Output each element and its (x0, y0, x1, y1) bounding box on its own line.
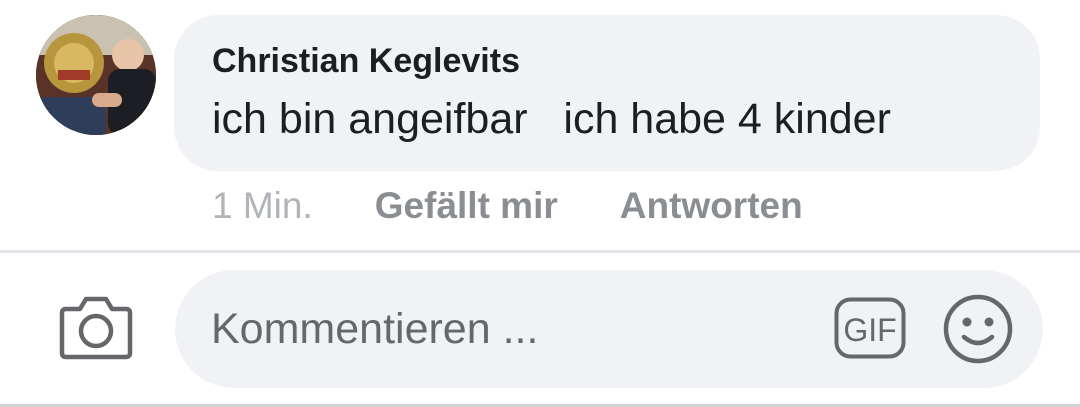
camera-icon[interactable] (58, 293, 134, 361)
comment-composer: Kommentieren ... GIF (0, 253, 1080, 407)
comment-bubble: Christian Keglevits ich bin angeifbar ic… (174, 15, 1040, 171)
reply-button[interactable]: Antworten (620, 185, 803, 227)
comment-input[interactable] (175, 270, 1043, 388)
comment-timestamp: 1 Min. (212, 185, 313, 226)
like-button[interactable]: Gefällt mir (375, 185, 558, 227)
comment-author[interactable]: Christian Keglevits (212, 39, 1002, 83)
comment-text: ich bin angeifbar ich habe 4 kinder (212, 95, 891, 143)
gif-label: GIF (843, 312, 896, 348)
avatar-photo (36, 15, 156, 135)
gif-button[interactable]: GIF (834, 297, 906, 359)
avatar[interactable] (36, 15, 156, 135)
smiley-icon[interactable] (942, 293, 1014, 365)
comment: Christian Keglevits ich bin angeifbar ic… (0, 0, 1080, 250)
comment-actions: 1 Min. Gefällt mir Antworten (212, 182, 803, 230)
